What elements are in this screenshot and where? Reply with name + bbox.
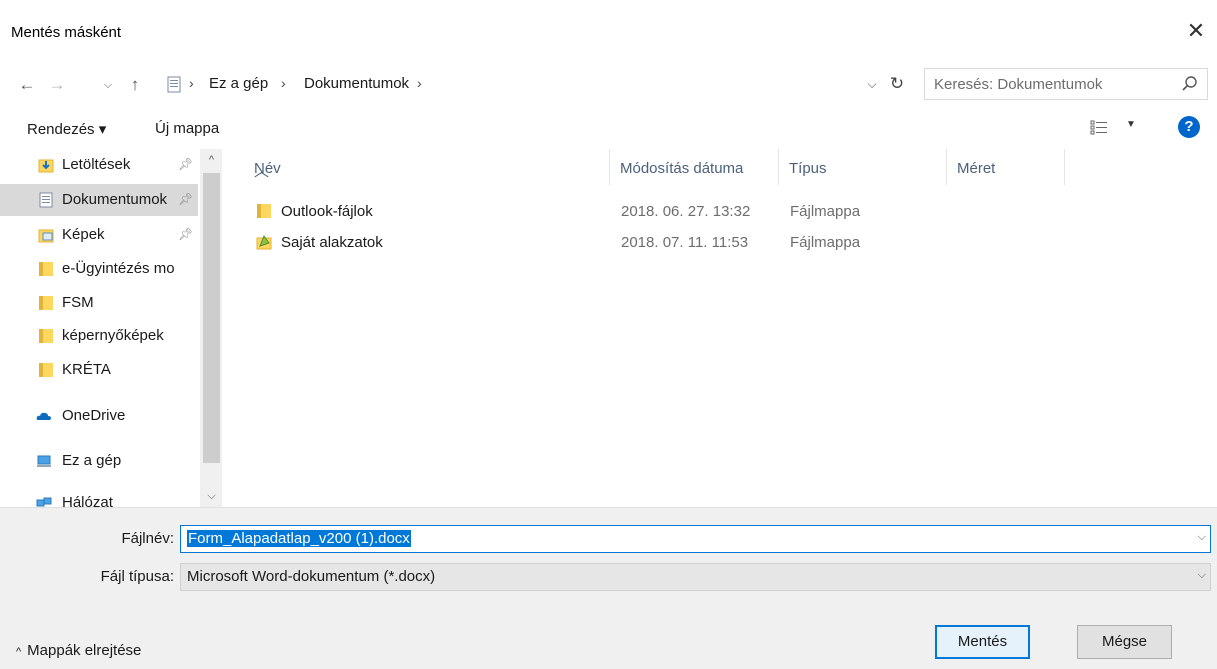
- folder-icon: [39, 296, 53, 310]
- filetype-value: Microsoft Word-dokumentum (*.docx): [187, 568, 436, 585]
- sidebar-item-pictures[interactable]: Képek 📌︎: [0, 219, 198, 251]
- file-list: Név ︿ Módosítás dátuma Típus Méret Outlo…: [222, 149, 1217, 507]
- view-details-icon[interactable]: [1090, 119, 1108, 137]
- breadcrumb-separator-icon: ›: [281, 75, 286, 91]
- column-header-label: Módosítás dátuma: [620, 160, 744, 177]
- command-toolbar: Rendezés ▾ Új mappa ▼ ?: [0, 109, 1217, 149]
- sidebar-item-e-ugyintezes[interactable]: e-Ügyintézés mo: [0, 253, 198, 285]
- sidebar-item-kreta[interactable]: KRÉTA: [0, 354, 198, 386]
- breadcrumb-separator-icon: ›: [189, 75, 194, 91]
- column-header-type[interactable]: Típus: [779, 149, 947, 185]
- sort-ascending-icon: ︿: [254, 163, 270, 180]
- sidebar-item-label: e-Ügyintézés mo: [62, 260, 175, 277]
- organize-button[interactable]: Rendezés ▾: [27, 120, 106, 138]
- address-dropdown-chevron-icon[interactable]: ⌵: [864, 74, 880, 94]
- documents-location-icon: [167, 76, 181, 93]
- sidebar-item-downloads[interactable]: Letöltések 📌︎: [0, 149, 198, 181]
- folder-icon: [39, 262, 53, 276]
- documents-folder-icon: [39, 192, 53, 208]
- shapes-folder-icon: [256, 234, 272, 250]
- pin-icon: 📌︎: [178, 227, 194, 241]
- scroll-down-chevron-icon[interactable]: ⌵: [203, 487, 220, 505]
- file-name: Outlook-fájlok: [281, 203, 373, 220]
- column-header-size[interactable]: Méret: [947, 149, 1065, 185]
- sidebar-item-label: Ez a gép: [62, 452, 122, 469]
- search-icon: [1182, 76, 1197, 91]
- pin-icon: 📌︎: [178, 192, 194, 206]
- pictures-folder-icon: [38, 229, 54, 243]
- address-bar[interactable]: › Ez a gép › Dokumentumok › ⌵ ↻: [158, 68, 916, 100]
- folder-icon: [39, 363, 53, 377]
- breadcrumb-separator-icon: ›: [417, 75, 422, 91]
- up-arrow-icon[interactable]: ↑: [124, 74, 146, 96]
- window-title: Mentés másként: [11, 24, 122, 41]
- sidebar-item-label: Letöltések: [62, 156, 131, 173]
- this-pc-icon: [37, 455, 51, 467]
- pin-icon: 📌︎: [178, 157, 194, 171]
- save-form: Fájlnév: Form_Alapadatlap_v200 (1).docx …: [0, 507, 1217, 669]
- onedrive-icon: [36, 412, 51, 420]
- navigation-pane: Letöltések 📌︎ Dokumentumok 📌︎ Képek 📌︎ e…: [0, 149, 222, 507]
- table-row[interactable]: Outlook-fájlok 2018. 06. 27. 13:32 Fájlm…: [222, 197, 1217, 227]
- back-arrow-icon[interactable]: ←: [16, 74, 38, 96]
- breadcrumb-documents[interactable]: Dokumentumok: [304, 75, 409, 92]
- sidebar-item-label: KRÉTA: [62, 361, 111, 378]
- cancel-button[interactable]: Mégse: [1077, 625, 1172, 659]
- sidebar-item-label: Hálózat: [62, 494, 113, 507]
- file-date: 2018. 07. 11. 11:53: [621, 234, 749, 251]
- scroll-thumb[interactable]: [203, 173, 220, 463]
- folder-icon: [257, 204, 271, 218]
- new-folder-button[interactable]: Új mappa: [155, 120, 219, 137]
- folder-icon: [39, 329, 53, 343]
- network-icon: [36, 497, 52, 507]
- sidebar-item-label: FSM: [62, 294, 94, 311]
- save-button[interactable]: Mentés: [935, 625, 1030, 659]
- close-icon[interactable]: ✕: [1185, 20, 1207, 42]
- breadcrumb-this-pc[interactable]: Ez a gép: [209, 75, 268, 92]
- help-icon[interactable]: ?: [1178, 116, 1200, 138]
- title-bar: Mentés másként ✕: [0, 0, 1217, 66]
- sidebar-item-documents[interactable]: Dokumentumok 📌︎: [0, 184, 198, 216]
- sidebar-item-label: Dokumentumok: [62, 191, 168, 208]
- forward-arrow-icon[interactable]: →: [46, 74, 68, 96]
- download-folder-icon: [38, 159, 54, 173]
- search-placeholder: Keresés: Dokumentumok: [934, 76, 1103, 93]
- chevron-up-icon: ^: [16, 646, 22, 658]
- refresh-icon[interactable]: ↻: [886, 73, 908, 95]
- filetype-label: Fájl típusa:: [100, 568, 174, 585]
- sidebar-item-label: képernyőképek: [62, 327, 164, 344]
- sidebar-item-fsm[interactable]: FSM: [0, 287, 198, 319]
- sidebar-item-label: Képek: [62, 226, 105, 243]
- column-header-name[interactable]: Név ︿: [244, 149, 610, 185]
- filename-label: Fájlnév:: [121, 530, 174, 547]
- recent-locations-chevron-icon[interactable]: ⌵: [97, 74, 119, 96]
- column-header-label: Típus: [789, 160, 827, 177]
- hide-folders-button[interactable]: ^ Mappák elrejtése: [16, 642, 141, 659]
- search-input[interactable]: Keresés: Dokumentumok: [924, 68, 1208, 100]
- file-name: Saját alakzatok: [281, 234, 383, 251]
- scroll-up-chevron-icon[interactable]: ^: [203, 151, 220, 169]
- view-options-dropdown-icon[interactable]: ▼: [1126, 119, 1136, 130]
- sidebar-item-this-pc[interactable]: Ez a gép: [0, 445, 198, 477]
- sidebar-item-label: OneDrive: [62, 407, 126, 424]
- file-type: Fájlmappa: [790, 203, 861, 220]
- column-header-label: Méret: [957, 160, 996, 177]
- file-type: Fájlmappa: [790, 234, 861, 251]
- hide-folders-label: Mappák elrejtése: [27, 642, 142, 659]
- sidebar-item-onedrive[interactable]: OneDrive: [0, 400, 198, 432]
- filename-value: Form_Alapadatlap_v200 (1).docx: [187, 530, 411, 547]
- column-header-date[interactable]: Módosítás dátuma: [610, 149, 779, 185]
- filetype-dropdown-chevron-icon[interactable]: ⌵: [1198, 569, 1206, 582]
- filename-dropdown-chevron-icon[interactable]: ⌵: [1198, 531, 1206, 544]
- filename-input[interactable]: Form_Alapadatlap_v200 (1).docx ⌵: [180, 525, 1211, 553]
- sidebar-item-kepernyokepek[interactable]: képernyőképek: [0, 320, 198, 352]
- navigation-scrollbar[interactable]: ^ ⌵: [200, 149, 222, 507]
- file-date: 2018. 06. 27. 13:32: [621, 203, 751, 220]
- table-row[interactable]: Saját alakzatok 2018. 07. 11. 11:53 Fájl…: [222, 228, 1217, 258]
- sidebar-item-network[interactable]: Hálózat: [0, 487, 198, 507]
- filetype-select[interactable]: Microsoft Word-dokumentum (*.docx) ⌵: [180, 563, 1211, 591]
